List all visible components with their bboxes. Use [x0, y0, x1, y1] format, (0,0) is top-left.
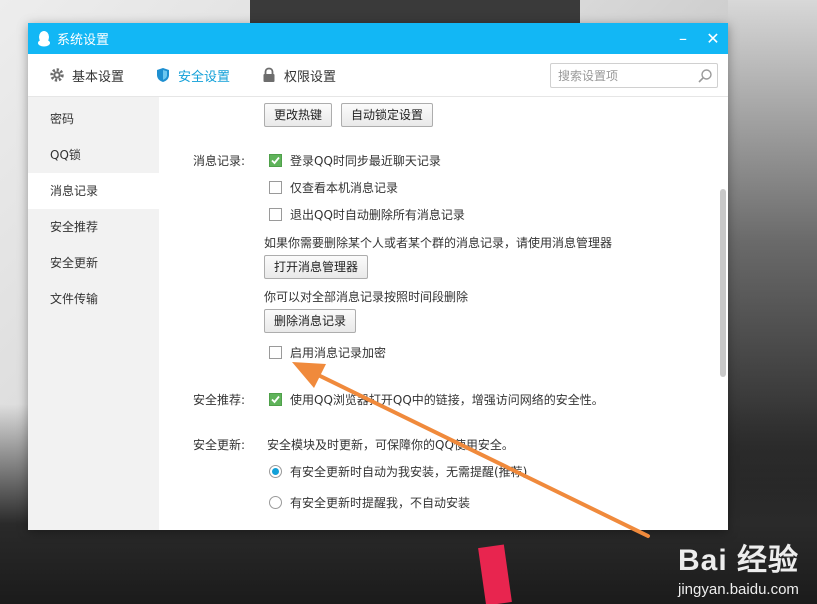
checkbox-local-only[interactable] [269, 181, 282, 194]
window-title: 系统设置 [57, 33, 110, 48]
check-icon [271, 156, 280, 165]
sidebar-item-password[interactable]: 密码 [28, 101, 159, 137]
sidebar-item-security-update[interactable]: 安全更新 [28, 245, 159, 281]
watermark-url: jingyan.baidu.com [678, 581, 799, 598]
option-local-only: 仅查看本机消息记录 [269, 179, 398, 196]
watermark-logo: Bai 经验 [677, 544, 799, 577]
search-icon[interactable] [693, 64, 717, 87]
auto-lock-settings-button[interactable]: 自动锁定设置 [341, 103, 434, 127]
open-message-manager-button[interactable]: 打开消息管理器 [264, 255, 369, 279]
checkbox-label: 仅查看本机消息记录 [290, 181, 399, 195]
settings-content: 更改热键 自动锁定设置 消息记录: 登录QQ时同步最近聊天记录 仅查看本机消息记… [159, 97, 728, 530]
option-delete-on-exit: 退出QQ时自动删除所有消息记录 [269, 206, 465, 223]
settings-sidebar: 密码 QQ锁 消息记录 安全推荐 安全更新 文件传输 [28, 97, 159, 530]
section-label-message-records: 消息记录: [193, 154, 246, 168]
sidebar-item-qq-lock[interactable]: QQ锁 [28, 137, 159, 173]
check-icon [271, 395, 280, 404]
settings-window: 系统设置 – ✕ 基本设置 安全设置 权限设置 搜索设置项 密码 QQ锁 消息记… [28, 23, 728, 530]
tab-security-settings[interactable]: 安全设置 [154, 66, 230, 85]
lock-icon [260, 66, 278, 84]
option-browser-links: 使用QQ浏览器打开QQ中的链接，增强访问网络的安全性。 [269, 391, 604, 408]
minimize-button[interactable]: – [668, 23, 698, 54]
option-encrypt-records: 启用消息记录加密 [269, 344, 386, 361]
message-manager-hint: 如果你需要删除某个人或者某个群的消息记录，请使用消息管理器 [264, 236, 613, 250]
checkbox-sync-recent[interactable] [269, 154, 282, 167]
gear-icon [48, 66, 66, 84]
settings-tabs: 基本设置 安全设置 权限设置 [28, 54, 728, 97]
tab-label: 权限设置 [284, 69, 337, 85]
checkbox-delete-on-exit[interactable] [269, 208, 282, 221]
shield-icon [154, 66, 172, 84]
scrollbar[interactable] [718, 97, 728, 530]
checkbox-encrypt-records[interactable] [269, 346, 282, 359]
tab-label: 基本设置 [72, 69, 125, 85]
radio-remind-only[interactable] [269, 496, 282, 509]
radio-label: 有安全更新时自动为我安装，无需提醒(推荐) [290, 465, 528, 479]
sidebar-item-security-recommend[interactable]: 安全推荐 [28, 209, 159, 245]
checkbox-browser-links[interactable] [269, 393, 282, 406]
checkbox-label: 登录QQ时同步最近聊天记录 [290, 154, 441, 168]
title-bar: 系统设置 – ✕ [28, 23, 728, 54]
baidu-jingyan-watermark: Bai 经验 jingyan.baidu.com [678, 535, 799, 598]
tab-basic-settings[interactable]: 基本设置 [48, 66, 124, 85]
sidebar-item-message-records[interactable]: 消息记录 [28, 173, 159, 209]
checkbox-label: 使用QQ浏览器打开QQ中的链接，增强访问网络的安全性。 [290, 393, 604, 407]
option-auto-install: 有安全更新时自动为我安装，无需提醒(推荐) [269, 463, 527, 480]
scrollbar-thumb[interactable] [720, 189, 726, 377]
security-update-description: 安全模块及时更新，可保障你的QQ使用安全。 [267, 438, 514, 452]
section-label-security-update: 安全更新: [193, 438, 246, 452]
sidebar-item-file-transfer[interactable]: 文件传输 [28, 281, 159, 317]
close-button[interactable]: ✕ [698, 23, 728, 54]
radio-auto-install[interactable] [269, 465, 282, 478]
checkbox-label: 启用消息记录加密 [290, 346, 387, 360]
option-remind-only: 有安全更新时提醒我，不自动安装 [269, 494, 470, 511]
option-sync-recent: 登录QQ时同步最近聊天记录 [269, 152, 441, 169]
search-input[interactable] [558, 68, 693, 83]
change-hotkey-button[interactable]: 更改热键 [264, 103, 333, 127]
delete-message-records-button[interactable]: 删除消息记录 [264, 309, 357, 333]
section-label-security-recommend: 安全推荐: [193, 393, 246, 407]
qq-penguin-icon [36, 30, 52, 48]
radio-label: 有安全更新时提醒我，不自动安装 [290, 496, 471, 510]
search-box [550, 63, 718, 88]
tab-label: 安全设置 [178, 69, 231, 85]
checkbox-label: 退出QQ时自动删除所有消息记录 [290, 208, 465, 222]
tab-permission-settings[interactable]: 权限设置 [260, 66, 336, 85]
delete-records-hint: 你可以对全部消息记录按照时间段删除 [264, 290, 469, 304]
